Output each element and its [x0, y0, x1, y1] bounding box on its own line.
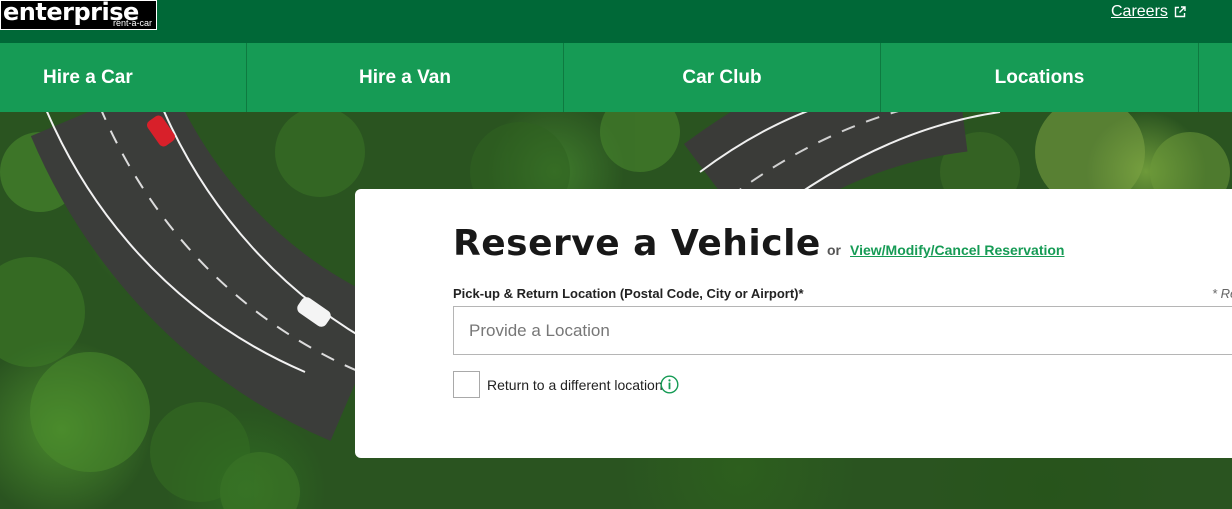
nav-hire-a-car[interactable]: Hire a Car [0, 43, 247, 112]
enterprise-logo[interactable]: enterprise rent-a-car [0, 0, 157, 30]
required-note: * Re [1212, 286, 1232, 301]
or-text: or [827, 242, 841, 258]
info-icon[interactable] [660, 375, 679, 394]
logo-tagline: rent-a-car [112, 18, 152, 28]
location-label: Pick-up & Return Location (Postal Code, … [453, 286, 804, 301]
return-different-location-checkbox[interactable] [453, 371, 480, 398]
view-modify-cancel-link[interactable]: View/Modify/Cancel Reservation [850, 242, 1064, 258]
reserve-vehicle-card: Reserve a Vehicle or View/Modify/Cancel … [355, 189, 1232, 458]
external-link-icon [1174, 6, 1186, 18]
main-nav: Hire a Car Hire a Van Car Club Locations [0, 43, 1232, 112]
top-bar: enterprise rent-a-car Careers [0, 0, 1232, 43]
location-input[interactable] [453, 306, 1232, 355]
return-different-location-label: Return to a different location [487, 377, 663, 393]
nav-car-club[interactable]: Car Club [564, 43, 881, 112]
careers-link[interactable]: Careers [1111, 3, 1168, 21]
nav-hire-a-van[interactable]: Hire a Van [247, 43, 564, 112]
reserve-title: Reserve a Vehicle [453, 223, 821, 264]
nav-locations[interactable]: Locations [881, 43, 1199, 112]
